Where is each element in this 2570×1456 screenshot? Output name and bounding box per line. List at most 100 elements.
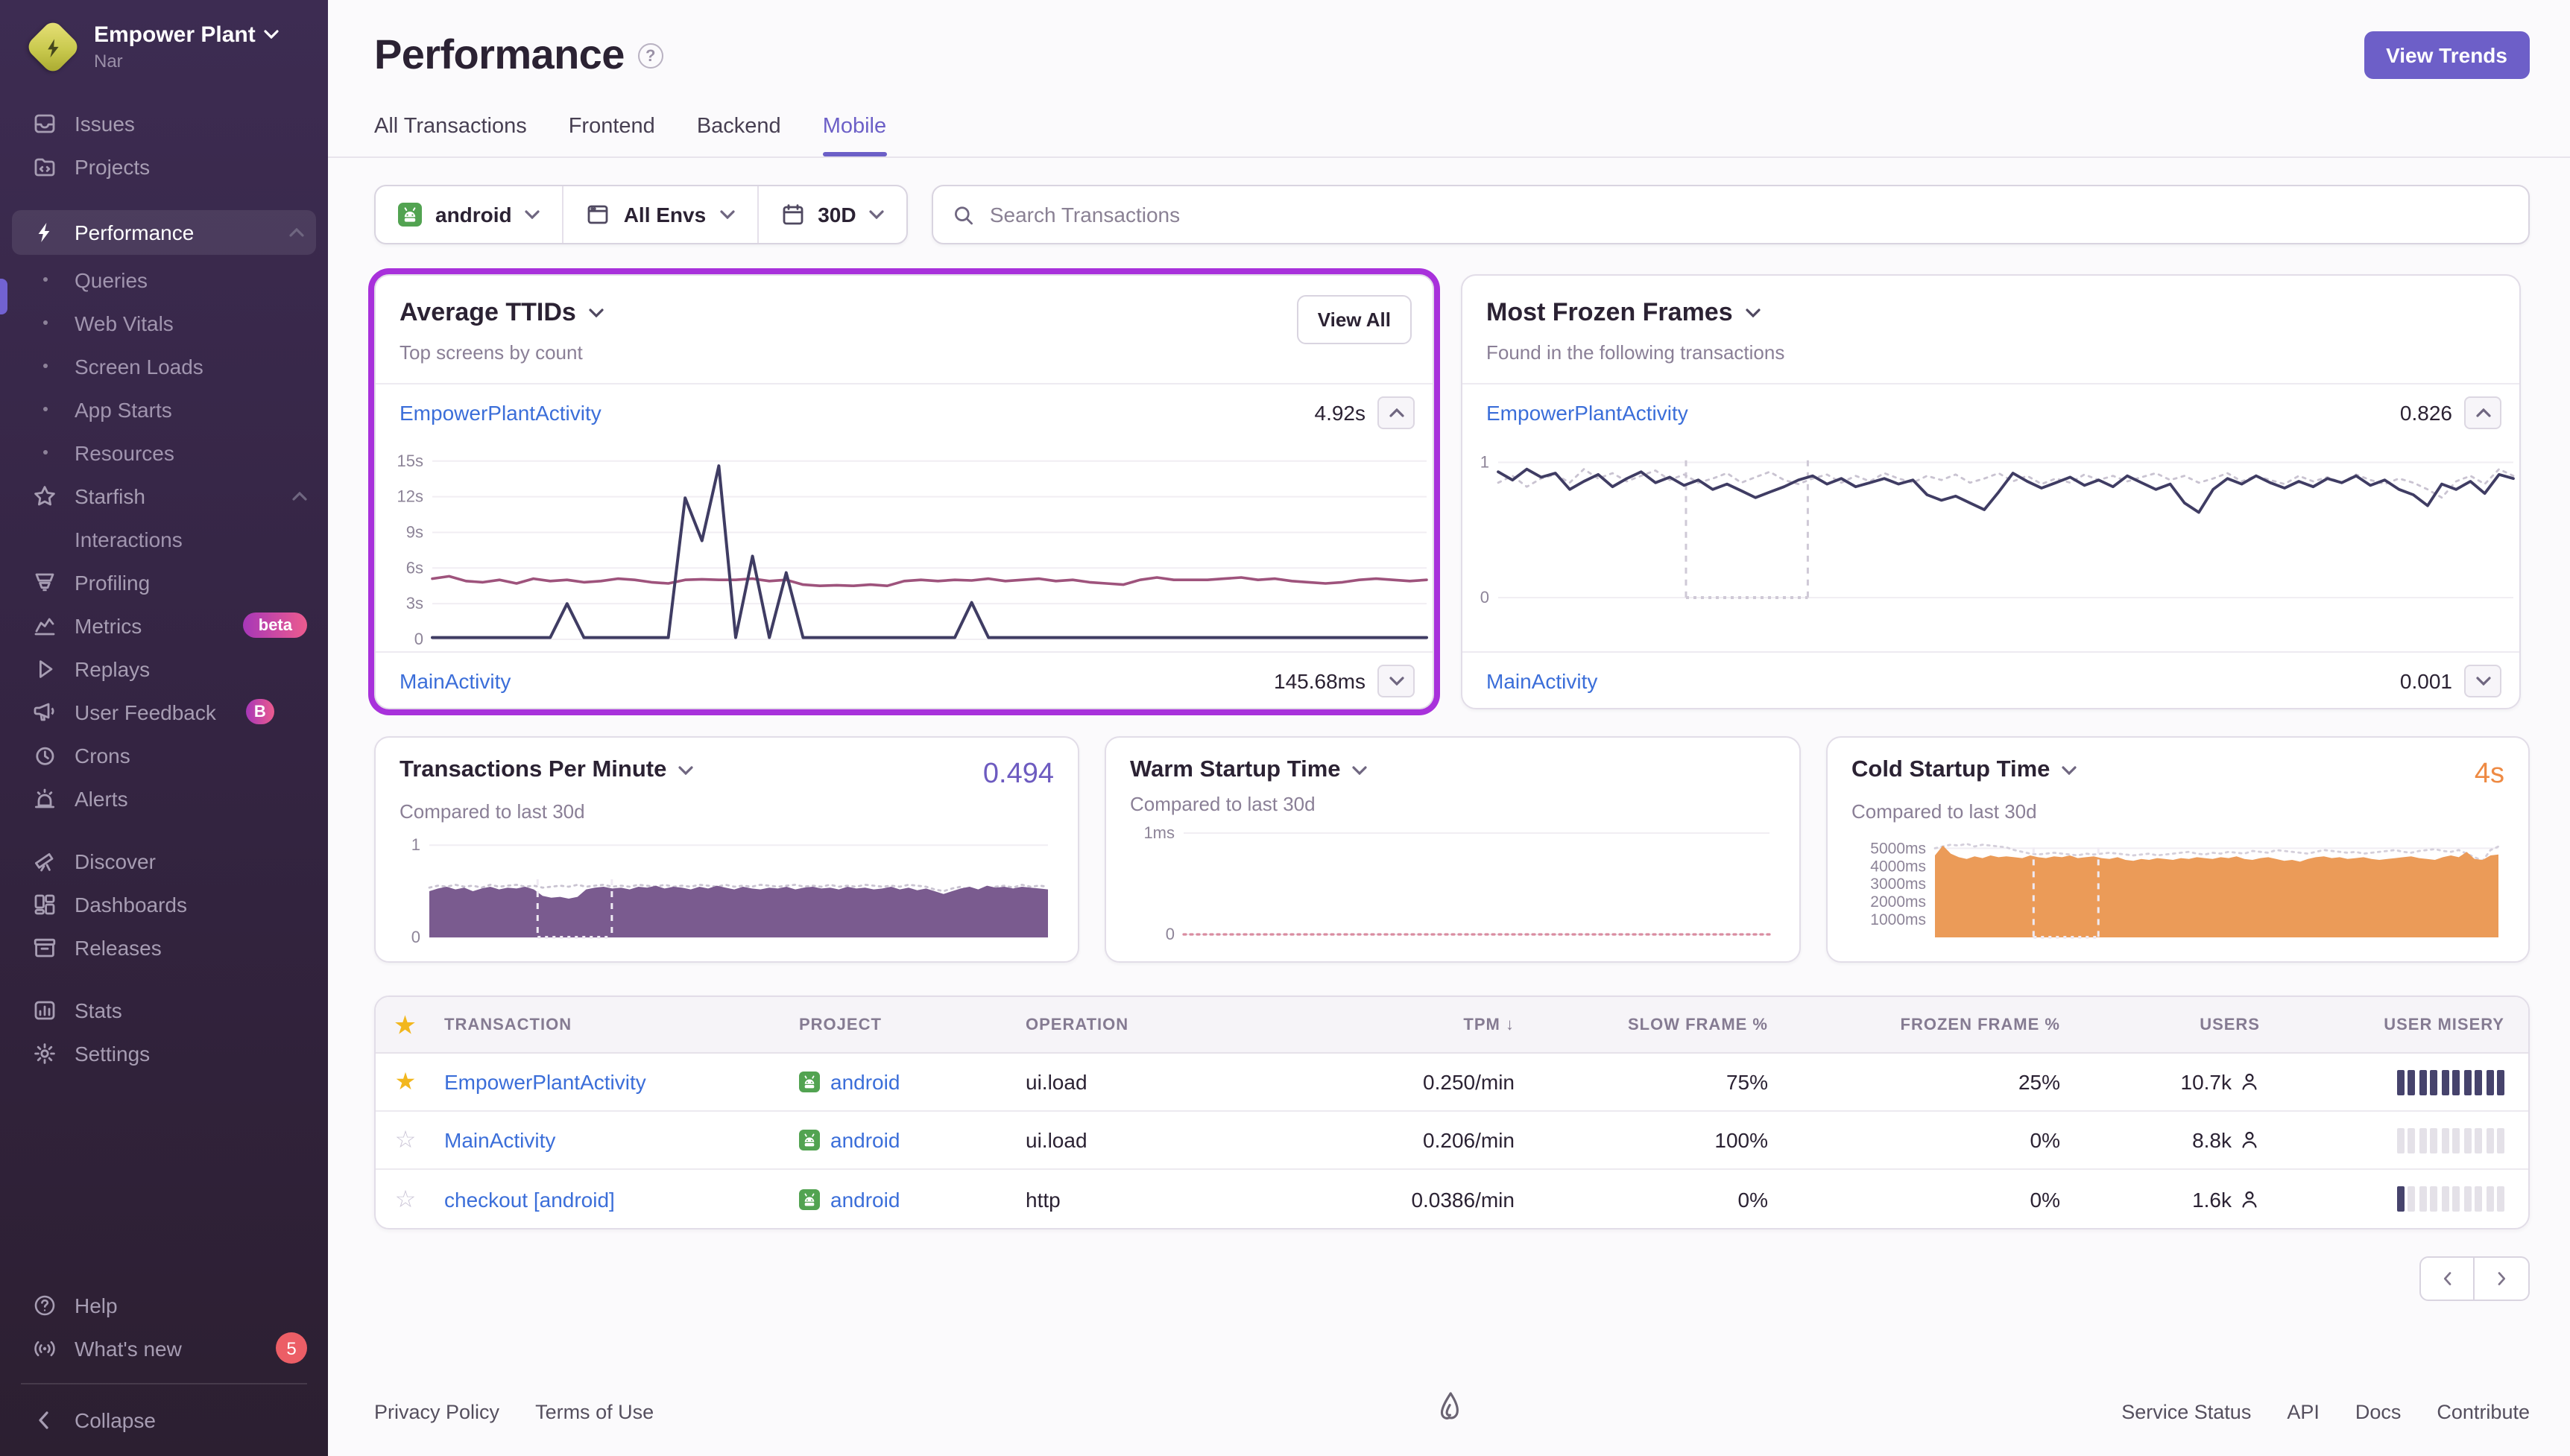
- search-transactions-box: [932, 185, 2530, 244]
- project-link[interactable]: android: [830, 1187, 900, 1211]
- environment-filter[interactable]: All Envs: [562, 186, 757, 243]
- sidebar-item-issues[interactable]: Issues: [0, 101, 328, 145]
- tab-backend[interactable]: Backend: [697, 115, 781, 156]
- docs-link[interactable]: Docs: [2355, 1400, 2402, 1422]
- org-name: Empower Plant: [94, 22, 256, 47]
- chevron-down-icon: [719, 210, 734, 219]
- svg-text:6s: 6s: [406, 558, 423, 577]
- table-row: ☆ checkout [android] android http 0.0386/min…: [376, 1170, 2528, 1228]
- sidebar-item-starfish[interactable]: Starfish: [0, 474, 328, 517]
- average-ttids-card: Average TTIDs Top screens by count View …: [374, 274, 1434, 709]
- warm-card-title-dropdown[interactable]: Warm Startup Time: [1130, 757, 1368, 784]
- expand-row-button[interactable]: [1377, 664, 1415, 697]
- tab-mobile[interactable]: Mobile: [822, 115, 887, 156]
- sidebar-item-replays[interactable]: Replays: [0, 647, 328, 690]
- sidebar-item-projects[interactable]: Projects: [0, 145, 328, 188]
- user-misery-bars: [2396, 1069, 2504, 1095]
- chevron-down-icon: [1746, 308, 1761, 317]
- sidebar-item-screen-loads[interactable]: Screen Loads: [0, 344, 328, 387]
- transaction-link[interactable]: EmpowerPlantActivity: [400, 400, 602, 424]
- tpm-card-title-dropdown[interactable]: Transactions Per Minute: [400, 757, 693, 784]
- megaphone-icon: [34, 702, 54, 721]
- terms-of-use-link[interactable]: Terms of Use: [535, 1400, 654, 1422]
- help-icon[interactable]: ?: [637, 43, 663, 69]
- sidebar-item-releases[interactable]: Releases: [0, 925, 328, 969]
- sidebar-item-web-vitals[interactable]: Web Vitals: [0, 301, 328, 344]
- project-link[interactable]: android: [830, 1128, 900, 1152]
- sidebar-item-crons[interactable]: Crons: [0, 733, 328, 776]
- sidebar-item-app-starts[interactable]: App Starts: [0, 387, 328, 431]
- col-frozen-frame[interactable]: FROZEN FRAME %: [1777, 1016, 2069, 1034]
- api-link[interactable]: API: [2287, 1400, 2320, 1422]
- transaction-link[interactable]: MainActivity: [400, 668, 511, 692]
- lightning-icon: [38, 223, 50, 242]
- sidebar-item-performance[interactable]: Performance: [12, 210, 316, 255]
- col-slow-frame[interactable]: SLOW FRAME %: [1524, 1016, 1777, 1034]
- col-transaction[interactable]: TRANSACTION: [444, 1016, 799, 1034]
- col-tpm-sorted[interactable]: TPM ↓: [1261, 1016, 1524, 1034]
- sidebar-item-interactions[interactable]: Interactions: [0, 517, 328, 560]
- project-link[interactable]: android: [830, 1070, 900, 1094]
- svg-text:1: 1: [411, 835, 420, 854]
- org-logo-icon: [23, 17, 81, 75]
- expand-row-button[interactable]: [2464, 664, 2501, 697]
- svg-text:0: 0: [1166, 925, 1175, 943]
- sidebar-item-discover[interactable]: Discover: [0, 839, 328, 882]
- user-misery-cell: [2269, 1069, 2528, 1095]
- inbox-icon: [34, 113, 55, 133]
- star-column-header[interactable]: ★: [376, 1011, 444, 1038]
- sidebar-item-stats[interactable]: Stats: [0, 988, 328, 1031]
- privacy-policy-link[interactable]: Privacy Policy: [374, 1400, 499, 1422]
- transaction-link[interactable]: EmpowerPlantActivity: [444, 1070, 646, 1094]
- star-outline-icon[interactable]: ☆: [376, 1184, 444, 1214]
- sidebar-nav: Issues Projects Performance Queries Web …: [0, 83, 328, 1456]
- sidebar-item-whats-new[interactable]: What's new 5: [0, 1326, 328, 1370]
- transaction-link[interactable]: MainActivity: [1486, 668, 1597, 692]
- user-misery-cell: [2269, 1127, 2528, 1153]
- cold-card-title-dropdown[interactable]: Cold Startup Time: [1851, 757, 2077, 784]
- telescope-icon: [35, 852, 54, 871]
- view-all-button[interactable]: View All: [1296, 295, 1412, 344]
- svg-text:0: 0: [414, 630, 423, 648]
- col-users[interactable]: USERS: [2069, 1016, 2269, 1034]
- col-user-misery[interactable]: USER MISERY: [2269, 1016, 2528, 1034]
- search-input[interactable]: [989, 203, 2509, 227]
- tab-frontend[interactable]: Frontend: [569, 115, 655, 156]
- ttid-card-subtitle: Top screens by count: [400, 341, 583, 364]
- chevron-down-icon: [265, 30, 280, 39]
- date-range-filter[interactable]: 30D: [757, 186, 906, 243]
- col-project[interactable]: PROJECT: [799, 1016, 1026, 1034]
- sidebar-collapse-button[interactable]: Collapse: [0, 1398, 328, 1441]
- sidebar-item-help[interactable]: Help: [0, 1283, 328, 1326]
- sidebar-item-queries[interactable]: Queries: [0, 258, 328, 301]
- transaction-link[interactable]: MainActivity: [444, 1128, 555, 1152]
- collapse-row-button[interactable]: [2464, 396, 2501, 428]
- svg-text:3000ms: 3000ms: [1870, 876, 1926, 893]
- contribute-link[interactable]: Contribute: [2437, 1400, 2530, 1422]
- sidebar-item-profiling[interactable]: Profiling: [0, 560, 328, 604]
- collapse-row-button[interactable]: [1377, 396, 1415, 428]
- service-status-link[interactable]: Service Status: [2121, 1400, 2251, 1422]
- transaction-link[interactable]: EmpowerPlantActivity: [1486, 400, 1688, 424]
- app-root: Empower Plant Nar Issues Projects Perfor…: [0, 0, 2570, 1456]
- sidebar-item-alerts[interactable]: Alerts: [0, 776, 328, 820]
- page-footer: Privacy Policy Terms of Use Service Stat…: [328, 1376, 2570, 1456]
- previous-page-button[interactable]: [2419, 1256, 2475, 1301]
- transaction-link[interactable]: checkout [android]: [444, 1187, 615, 1211]
- org-switcher[interactable]: Empower Plant Nar: [0, 0, 328, 83]
- bullet-icon: [33, 320, 57, 325]
- sidebar-item-settings[interactable]: Settings: [0, 1031, 328, 1074]
- view-trends-button[interactable]: View Trends: [2364, 31, 2530, 79]
- star-outline-icon[interactable]: ☆: [376, 1125, 444, 1155]
- star-filled-icon[interactable]: ★: [376, 1067, 444, 1097]
- frozen-card-title-dropdown[interactable]: Most Frozen Frames: [1486, 298, 2495, 328]
- sidebar-item-dashboards[interactable]: Dashboards: [0, 882, 328, 925]
- project-filter[interactable]: android: [376, 186, 563, 243]
- next-page-button[interactable]: [2475, 1256, 2530, 1301]
- ttid-card-title-dropdown[interactable]: Average TTIDs: [400, 298, 1409, 328]
- tab-all-transactions[interactable]: All Transactions: [374, 115, 527, 156]
- sidebar-item-metrics[interactable]: Metrics beta: [0, 604, 328, 647]
- col-operation[interactable]: OPERATION: [1026, 1016, 1261, 1034]
- sidebar-item-user-feedback[interactable]: User Feedback B: [0, 690, 328, 733]
- sidebar-item-resources[interactable]: Resources: [0, 431, 328, 474]
